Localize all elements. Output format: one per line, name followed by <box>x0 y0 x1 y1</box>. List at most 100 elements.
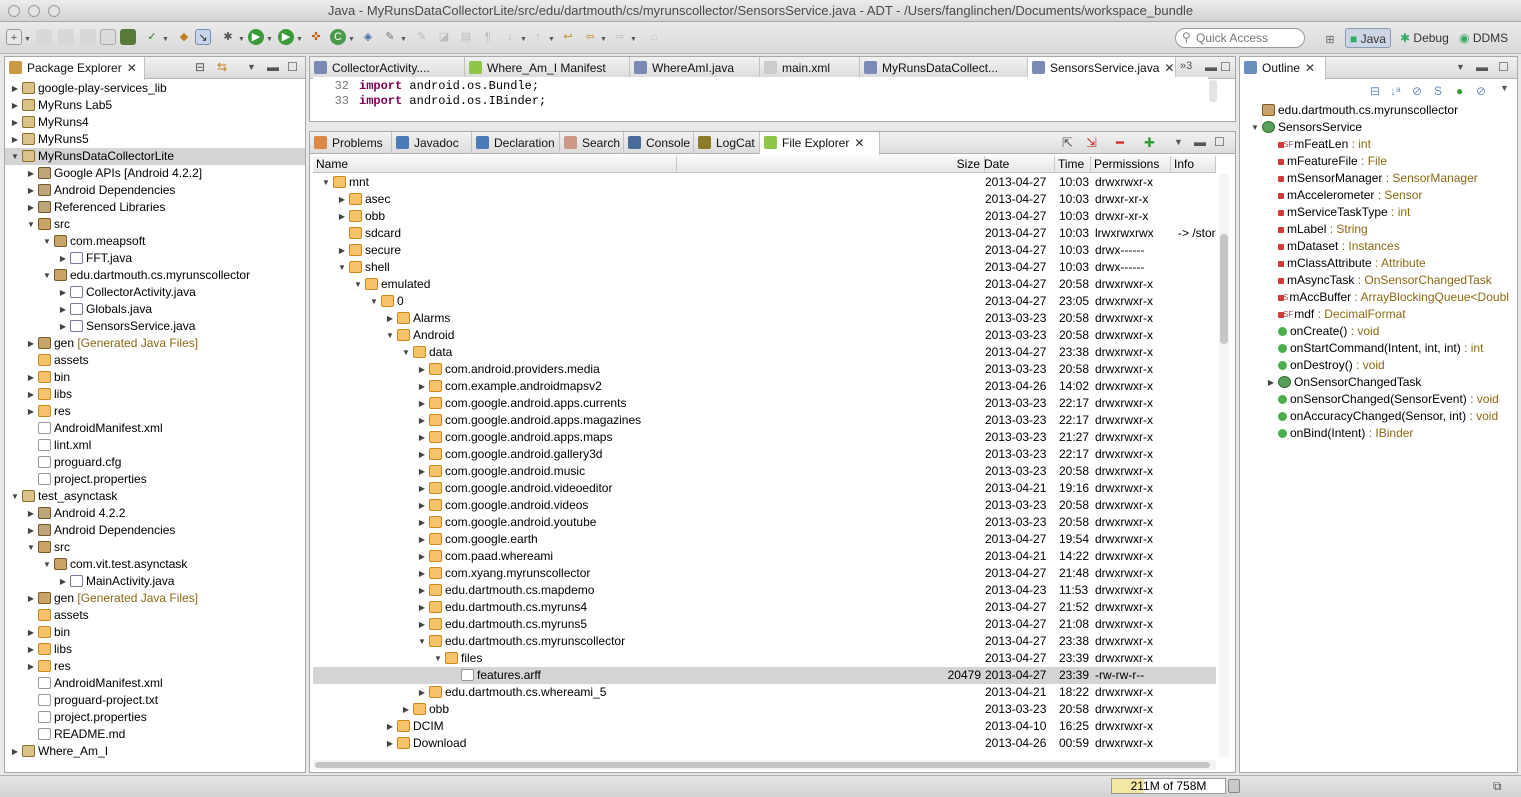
expand-toggle-icon[interactable]: ▼ <box>433 650 443 667</box>
new-folder-icon[interactable]: ✚ <box>1144 135 1155 151</box>
tree-item[interactable]: ▶ SensorsService.java <box>5 318 305 335</box>
tree-item[interactable]: ▼ test_asynctask <box>5 488 305 505</box>
expand-toggle-icon[interactable]: ▶ <box>417 514 427 531</box>
perspective-java[interactable]: ■ Java <box>1345 28 1391 48</box>
new-icon[interactable]: + <box>6 29 22 45</box>
table-row[interactable]: ▶ com.paad.whereami 2013-04-21 14:22 drwxrwx… <box>313 548 1216 565</box>
expand-toggle-icon[interactable]: ▶ <box>26 199 36 216</box>
tab-problems[interactable]: Problems <box>310 132 392 154</box>
search-dropdown-icon[interactable]: ▼ <box>400 36 407 43</box>
collapse-all-icon[interactable]: ⊟ <box>1370 84 1380 98</box>
expand-toggle-icon[interactable]: ▶ <box>385 718 395 735</box>
collapse-all-icon[interactable]: ⊟ <box>195 60 205 74</box>
expand-toggle-icon[interactable]: ▶ <box>26 335 36 352</box>
tab-console[interactable]: Console <box>624 132 694 154</box>
tree-item[interactable]: ▼ src <box>5 216 305 233</box>
expand-toggle-icon[interactable]: ▶ <box>417 429 427 446</box>
table-row[interactable]: ▶ com.google.android.apps.magazines 2013-0… <box>313 412 1216 429</box>
close-icon[interactable]: ✕ <box>1305 61 1315 75</box>
expand-toggle-icon[interactable]: ▶ <box>58 318 68 335</box>
outline-item[interactable]: ▼ SensorsService <box>1240 119 1517 136</box>
expand-toggle-icon[interactable]: ▶ <box>417 463 427 480</box>
tree-item[interactable]: ▼ com.vit.test.asynctask <box>5 556 305 573</box>
expand-toggle-icon[interactable]: ▼ <box>1250 119 1260 136</box>
table-row[interactable]: ▶ com.google.android.videos 2013-03-23 20:5… <box>313 497 1216 514</box>
table-row[interactable]: ▶ secure 2013-04-27 10:03 drwx------ <box>313 242 1216 259</box>
search-tool-icon[interactable]: ✎ <box>382 29 398 45</box>
expand-toggle-icon[interactable]: ▼ <box>26 539 36 556</box>
tree-item[interactable]: ▶ Referenced Libraries <box>5 199 305 216</box>
expand-toggle-icon[interactable]: ▶ <box>26 658 36 675</box>
tree-item[interactable]: proguard.cfg <box>5 454 305 471</box>
tree-item[interactable]: ▶ bin <box>5 369 305 386</box>
table-row[interactable]: sdcard 2013-04-27 10:03 lrwxrwxrwx -> /stora <box>313 225 1216 242</box>
outline-item[interactable]: onDestroy() : void <box>1240 357 1517 374</box>
expand-toggle-icon[interactable]: ▼ <box>321 174 331 191</box>
expand-toggle-icon[interactable]: ▶ <box>10 743 20 760</box>
table-row[interactable]: ▼ data 2013-04-27 23:38 drwxrwxr-x <box>313 344 1216 361</box>
tree-item[interactable]: ▶ libs <box>5 641 305 658</box>
new-class-dropdown-icon[interactable]: ▼ <box>348 36 355 43</box>
editor-tab[interactable]: CollectorActivity.... <box>310 57 465 79</box>
table-row[interactable]: ▶ com.example.androidmapsv2 2013-04-26 14:0… <box>313 378 1216 395</box>
expand-toggle-icon[interactable]: ▼ <box>369 293 379 310</box>
expand-toggle-icon[interactable]: ▶ <box>417 378 427 395</box>
table-row[interactable]: ▶ com.google.android.gallery3d 2013-03-23 2… <box>313 446 1216 463</box>
expand-toggle-icon[interactable]: ▶ <box>26 641 36 658</box>
new-dropdown-icon[interactable]: ▼ <box>24 36 31 43</box>
expand-toggle-icon[interactable]: ▶ <box>417 616 427 633</box>
outline-item[interactable]: SmAccBuffer : ArrayBlockingQueue<Doubl <box>1240 289 1517 306</box>
tree-item[interactable]: ▶ MainActivity.java <box>5 573 305 590</box>
outline-item[interactable]: mDataset : Instances <box>1240 238 1517 255</box>
tab-package-explorer[interactable]: Package Explorer ✕ <box>5 57 145 80</box>
column-header[interactable]: Size <box>677 156 985 173</box>
toggle-mark-icon[interactable]: ◪ <box>436 29 452 45</box>
expand-toggle-icon[interactable]: ▼ <box>10 148 20 165</box>
editor-scrollbar[interactable] <box>1209 80 1217 102</box>
tab-declaration[interactable]: Declaration <box>472 132 560 154</box>
open-perspective-icon[interactable]: ⊞ <box>1322 32 1338 48</box>
expand-toggle-icon[interactable]: ▶ <box>385 735 395 752</box>
expand-toggle-icon[interactable]: ▼ <box>42 267 52 284</box>
column-header[interactable]: Info <box>1171 156 1216 173</box>
expand-toggle-icon[interactable]: ▶ <box>1266 374 1276 391</box>
table-row[interactable]: ▼ Android 2013-03-23 20:58 drwxrwxr-x <box>313 327 1216 344</box>
new-package-icon[interactable]: ✜ <box>308 29 324 45</box>
tree-item[interactable]: ▶ gen [Generated Java Files] <box>5 590 305 607</box>
expand-toggle-icon[interactable]: ▶ <box>417 684 427 701</box>
tree-item[interactable]: ▶ MyRuns5 <box>5 131 305 148</box>
expand-toggle-icon[interactable]: ▶ <box>26 182 36 199</box>
back-dropdown-icon[interactable]: ▼ <box>600 36 607 43</box>
expand-toggle-icon[interactable]: ▶ <box>58 573 68 590</box>
table-row[interactable]: ▶ edu.dartmouth.cs.whereami_5 2013-04-21 18… <box>313 684 1216 701</box>
expand-toggle-icon[interactable]: ▶ <box>337 191 347 208</box>
expand-toggle-icon[interactable]: ▼ <box>401 344 411 361</box>
minimize-view-icon[interactable]: ▬ <box>1194 135 1206 149</box>
maximize-view-icon[interactable]: ☐ <box>287 60 298 74</box>
editor-tab[interactable]: Where_Am_I Manifest <box>465 57 630 79</box>
expand-toggle-icon[interactable]: ▶ <box>26 590 36 607</box>
lint-check-icon[interactable]: ✓ <box>144 29 160 45</box>
hscrollbar-thumb[interactable] <box>315 762 1210 768</box>
last-edit-location-icon[interactable]: ↩ <box>560 29 576 45</box>
annotation-icon[interactable]: ✎ <box>414 29 430 45</box>
tree-item[interactable]: ▶ Android 4.2.2 <box>5 505 305 522</box>
expand-toggle-icon[interactable]: ▼ <box>417 633 427 650</box>
skip-breakpoints-icon[interactable]: ↘ <box>195 29 211 45</box>
table-row[interactable]: ▶ com.android.providers.media 2013-03-23 20… <box>313 361 1216 378</box>
outline-item[interactable]: onCreate() : void <box>1240 323 1517 340</box>
expand-toggle-icon[interactable]: ▶ <box>26 369 36 386</box>
minimize-view-icon[interactable]: ▬ <box>1205 60 1217 74</box>
expand-toggle-icon[interactable]: ▶ <box>58 301 68 318</box>
expand-toggle-icon[interactable]: ▶ <box>385 310 395 327</box>
outline-item[interactable]: mClassAttribute : Attribute <box>1240 255 1517 272</box>
lint-dropdown-icon[interactable]: ▼ <box>162 36 169 43</box>
table-row[interactable]: ▶ obb 2013-03-23 20:58 drwxrwxr-x <box>313 701 1216 718</box>
tree-item[interactable]: project.properties <box>5 709 305 726</box>
table-row[interactable]: ▶ edu.dartmouth.cs.myruns5 2013-04-27 21:08… <box>313 616 1216 633</box>
scrollbar-thumb[interactable] <box>1220 234 1228 344</box>
show-whitespace-icon[interactable]: ¶ <box>480 29 496 45</box>
code-editor[interactable]: 32 import android.os.Bundle; 33 import andr… <box>313 77 1208 115</box>
tab-outline[interactable]: Outline ✕ <box>1240 57 1326 80</box>
external-dropdown-icon[interactable]: ▼ <box>296 36 303 43</box>
